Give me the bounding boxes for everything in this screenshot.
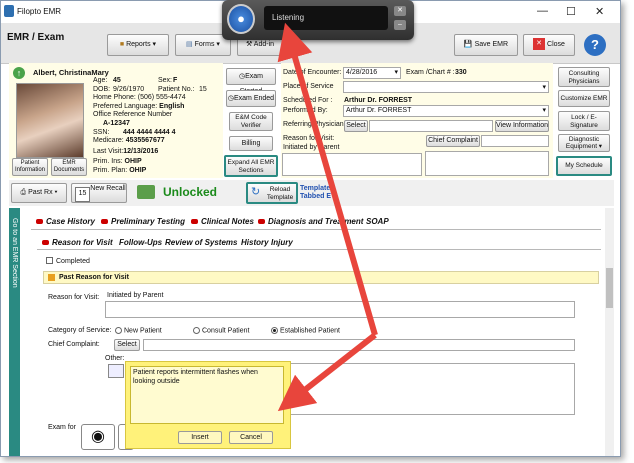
arrow-to-dictation xyxy=(277,332,377,412)
arrow-to-listening xyxy=(277,22,378,336)
annotation-arrows xyxy=(277,22,378,412)
